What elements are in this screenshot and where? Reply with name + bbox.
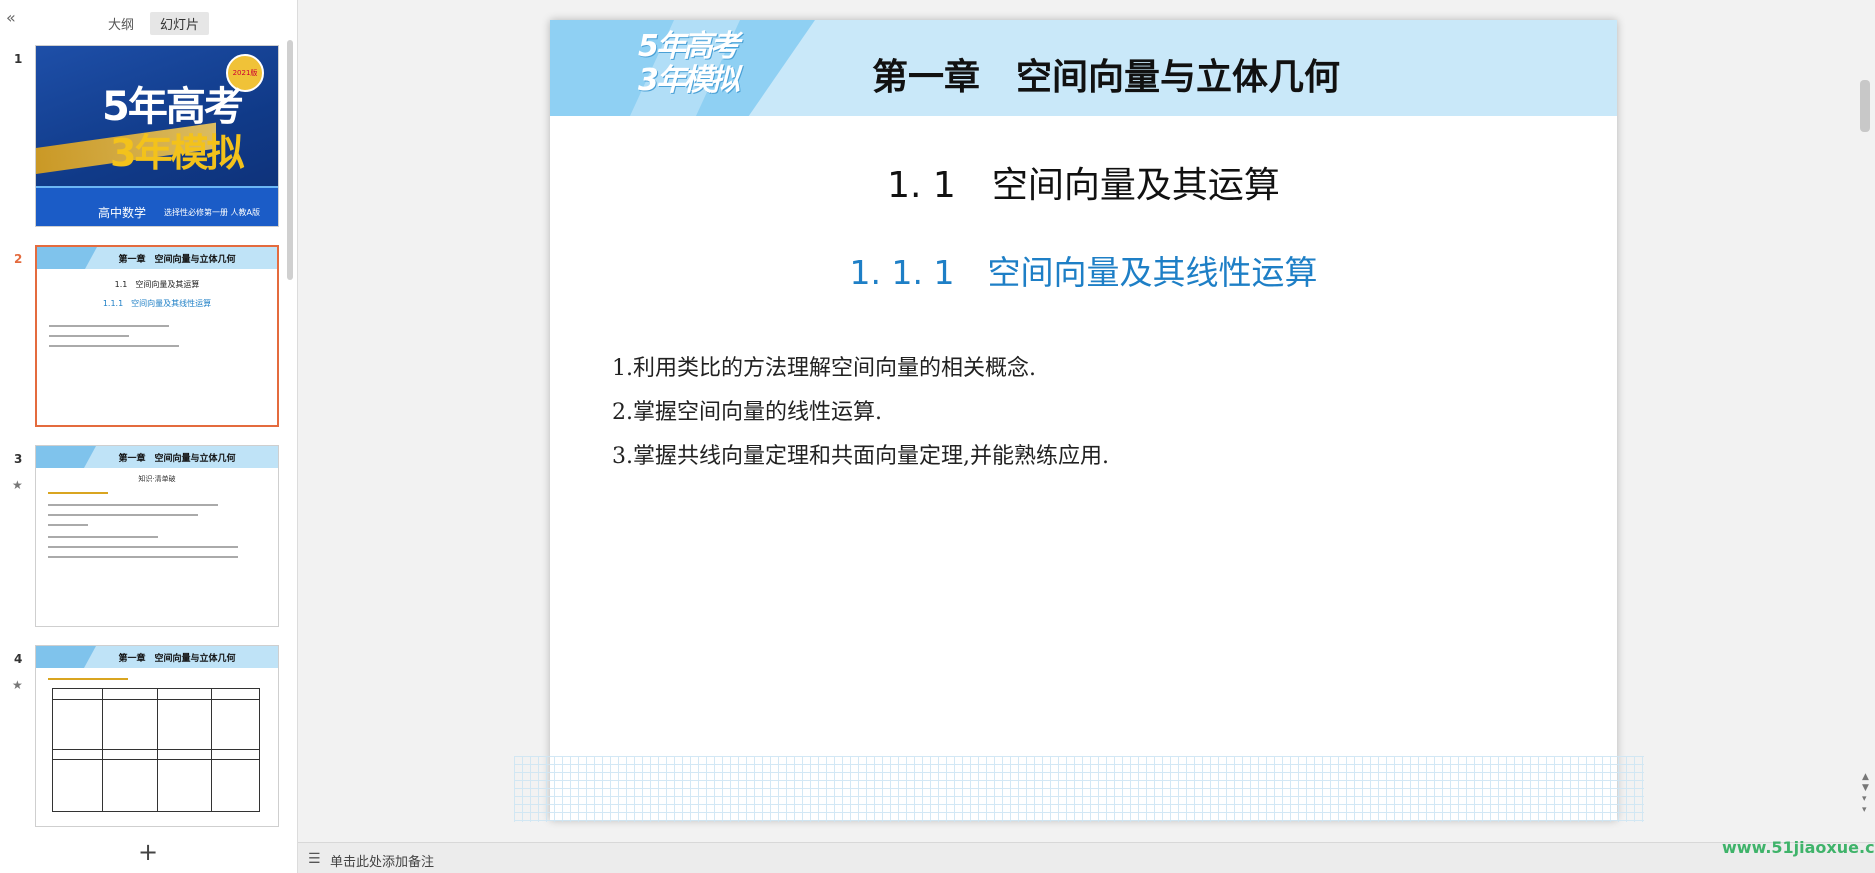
mini-table <box>52 688 260 812</box>
slide-thumbnail-3[interactable]: 第一章 空间向量与立体几何 知识·清单破 <box>35 445 279 627</box>
brand-logo-line2: 3年模拟 <box>638 63 740 98</box>
main-scrollbar[interactable] <box>1860 80 1870 132</box>
brand-logo-line1: 5年高考 <box>638 29 740 64</box>
slide-thumbnail-2[interactable]: 第一章 空间向量与立体几何 1.1 空间向量及其运算 1.1.1 空间向量及其线… <box>35 245 279 427</box>
mini-title: 第一章 空间向量与立体几何 <box>118 255 236 265</box>
animation-star-icon: ★ <box>12 678 23 692</box>
mini-tag: 知识·清单破 <box>138 475 176 483</box>
mini-header: 第一章 空间向量与立体几何 <box>36 446 278 468</box>
tab-slides[interactable]: 幻灯片 <box>150 12 210 35</box>
mini-text-line <box>48 504 218 506</box>
objective-2: 2.掌握空间向量的线性运算. <box>612 400 882 425</box>
cover-subject: 高中数学 <box>98 206 147 220</box>
mini-text-line <box>48 524 88 526</box>
mini-text-line <box>48 546 238 548</box>
chapter-title: 第一章 空间向量与立体几何 <box>872 57 1341 98</box>
mini-header: 第一章 空间向量与立体几何 <box>36 646 278 668</box>
brand-logo: 5年高考 3年模拟 <box>638 29 740 98</box>
mini-text-line <box>48 536 158 538</box>
cover-title-line2: 3年模拟 <box>110 131 244 175</box>
mini-text-line <box>48 492 108 494</box>
slide-number: 2 <box>14 252 23 266</box>
mini-title: 第一章 空间向量与立体几何 <box>118 654 236 664</box>
add-slide-button[interactable]: + <box>138 840 158 864</box>
objective-1: 1.利用类比的方法理解空间向量的相关概念. <box>612 356 1036 381</box>
slide-header: 5年高考 3年模拟 第一章 空间向量与立体几何 <box>550 20 1617 116</box>
slide-thumbnail-4[interactable]: 第一章 空间向量与立体几何 <box>35 645 279 827</box>
site-watermark: www.51jiaoxue.cn <box>1722 838 1875 857</box>
mini-text-line <box>49 345 179 347</box>
thumbnail-list: 1 2021版 5年高考 3年模拟 高中数学 选择性必修第一册 人教A版 2 第… <box>0 42 290 842</box>
thumbnail-row-2: 2 第一章 空间向量与立体几何 1.1 空间向量及其运算 1.1.1 空间向量及… <box>0 242 290 428</box>
slide-number: 4 <box>14 652 23 666</box>
cover-edition: 选择性必修第一册 人教A版 <box>164 208 261 217</box>
slide-thumbnail-1[interactable]: 2021版 5年高考 3年模拟 高中数学 选择性必修第一册 人教A版 <box>35 45 279 227</box>
view-tabs: 大纲 幻灯片 <box>98 12 210 35</box>
collapse-sidebar-icon[interactable]: « <box>6 10 22 26</box>
scroll-arrows-icon[interactable]: ▲ ▼ ▾ ▾ <box>1862 772 1869 816</box>
sidebar-scrollbar[interactable] <box>287 40 293 280</box>
thumbnail-row-4: 4 ★ 第一章 空间向量与立体几何 <box>0 642 290 828</box>
notes-bar[interactable]: ☰ 单击此处添加备注 <box>298 842 1875 873</box>
animation-star-icon: ★ <box>12 478 23 492</box>
mini-text-line <box>48 556 238 558</box>
thumbnail-row-1: 1 2021版 5年高考 3年模拟 高中数学 选择性必修第一册 人教A版 <box>0 42 290 228</box>
tab-outline[interactable]: 大纲 <box>98 12 144 35</box>
mini-text-line <box>49 325 169 327</box>
slide-canvas: 5年高考 3年模拟 第一章 空间向量与立体几何 1. 1 空间向量及其运算 1.… <box>298 0 1875 842</box>
grid-decoration <box>514 756 1644 822</box>
slide-sidebar: « 大纲 幻灯片 1 2021版 5年高考 3年模拟 高中数学 选择性必修第一册… <box>0 0 298 873</box>
notes-icon: ☰ <box>308 851 321 867</box>
slide-number: 1 <box>14 52 23 66</box>
objective-3: 3.掌握共线向量定理和共面向量定理,并能熟练应用. <box>612 444 1109 469</box>
cover-band <box>36 186 278 226</box>
mini-title: 第一章 空间向量与立体几何 <box>118 454 236 464</box>
subsection-title: 1. 1. 1 空间向量及其线性运算 <box>849 253 1318 292</box>
notes-placeholder[interactable]: 单击此处添加备注 <box>330 851 434 870</box>
mini-text-line <box>48 514 198 516</box>
mini-header: 第一章 空间向量与立体几何 <box>37 247 277 269</box>
section-title: 1. 1 空间向量及其运算 <box>887 165 1280 206</box>
current-slide[interactable]: 5年高考 3年模拟 第一章 空间向量与立体几何 1. 1 空间向量及其运算 1.… <box>550 20 1617 820</box>
mini-text-line <box>48 678 128 680</box>
mini-h2: 1.1.1 空间向量及其线性运算 <box>102 299 212 308</box>
mini-h1: 1.1 空间向量及其运算 <box>114 280 200 289</box>
mini-text-line <box>49 335 129 337</box>
thumbnail-row-3: 3 ★ 第一章 空间向量与立体几何 知识·清单破 <box>0 442 290 628</box>
slide-number: 3 <box>14 452 23 466</box>
